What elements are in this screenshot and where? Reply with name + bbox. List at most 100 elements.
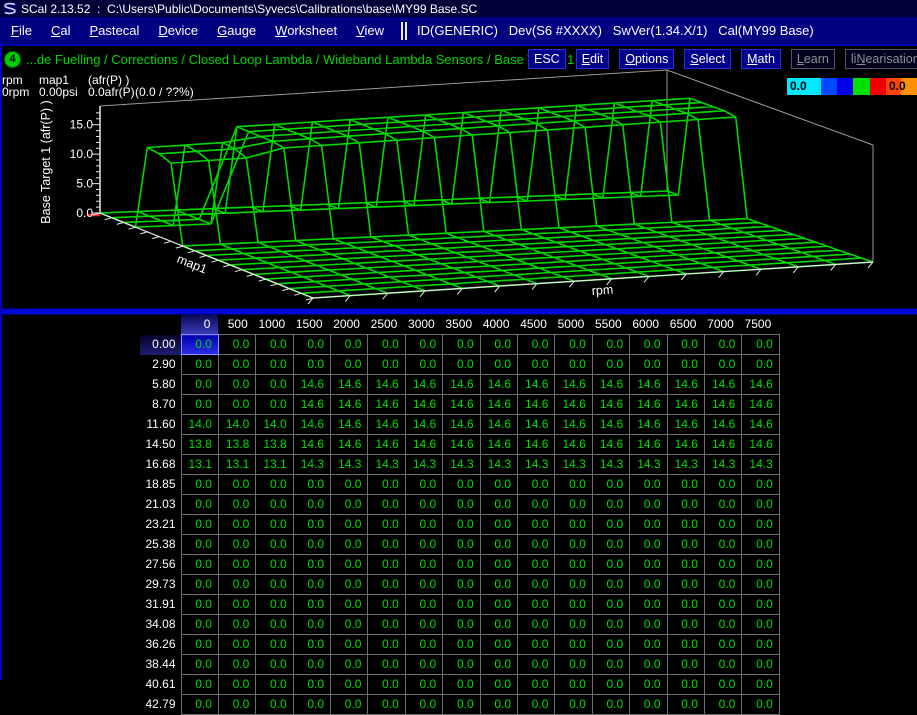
table-cell[interactable]: 0.0: [368, 575, 405, 595]
table-cell[interactable]: 14.3: [443, 455, 480, 475]
table-cell[interactable]: 13.8: [256, 435, 293, 455]
table-cell[interactable]: 14.3: [293, 455, 330, 475]
table-cell[interactable]: 0.0: [181, 515, 218, 535]
table-cell[interactable]: 14.6: [368, 415, 405, 435]
table-cell[interactable]: 0.0: [518, 675, 555, 695]
select-button[interactable]: Select: [684, 49, 731, 69]
table-cell[interactable]: 0.0: [592, 675, 629, 695]
table-cell[interactable]: 0.0: [742, 635, 779, 655]
table-cell[interactable]: 0.0: [667, 535, 704, 555]
table-cell[interactable]: 0.0: [555, 575, 592, 595]
table-cell[interactable]: 0.0: [667, 635, 704, 655]
table-cell[interactable]: 0.0: [443, 615, 480, 635]
table-cell[interactable]: 0.0: [742, 355, 779, 375]
table-cell[interactable]: 14.3: [742, 455, 779, 475]
learn-button[interactable]: Learn: [791, 49, 835, 69]
menu-item-cal[interactable]: Cal: [44, 20, 78, 41]
table-cell[interactable]: 13.1: [181, 455, 218, 475]
table-cell[interactable]: 0.0: [518, 335, 555, 355]
table-cell[interactable]: 0.0: [704, 675, 741, 695]
table-cell[interactable]: 0.0: [667, 475, 704, 495]
math-button[interactable]: Math: [741, 49, 781, 69]
table-cell[interactable]: 0.0: [181, 695, 218, 715]
table-cell[interactable]: 0.0: [667, 675, 704, 695]
esc-button[interactable]: ESC: [528, 49, 566, 69]
table-cell[interactable]: 0.0: [331, 695, 368, 715]
table-cell[interactable]: 14.3: [331, 455, 368, 475]
table-cell[interactable]: 0.0: [518, 615, 555, 635]
table-cell[interactable]: 0.0: [443, 535, 480, 555]
table-cell[interactable]: 14.3: [405, 455, 442, 475]
table-cell[interactable]: 0.0: [331, 515, 368, 535]
table-cell[interactable]: 0.0: [742, 575, 779, 595]
table-cell[interactable]: 14.0: [256, 415, 293, 435]
table-cell[interactable]: 0.0: [592, 575, 629, 595]
table-cell[interactable]: 0.0: [704, 355, 741, 375]
table-cell[interactable]: 14.3: [518, 455, 555, 475]
table-cell[interactable]: 0.0: [218, 335, 255, 355]
table-cell[interactable]: 0.0: [293, 575, 330, 595]
menu-item-device[interactable]: Device: [151, 20, 205, 41]
table-cell[interactable]: 0.0: [704, 535, 741, 555]
table-cell[interactable]: 14.6: [742, 415, 779, 435]
table-cell[interactable]: 14.6: [480, 435, 517, 455]
table-cell[interactable]: 0.0: [518, 555, 555, 575]
table-cell[interactable]: 0.0: [630, 575, 667, 595]
table-cell[interactable]: 0.0: [218, 475, 255, 495]
table-cell[interactable]: 14.6: [630, 415, 667, 435]
table-cell[interactable]: 0.0: [218, 575, 255, 595]
table-cell[interactable]: 13.1: [218, 455, 255, 475]
table-cell[interactable]: 0.0: [704, 655, 741, 675]
table-cell[interactable]: 0.0: [443, 635, 480, 655]
table-cell[interactable]: 14.6: [518, 415, 555, 435]
table-cell[interactable]: 0.0: [293, 355, 330, 375]
table-cell[interactable]: 0.0: [704, 515, 741, 535]
table-cell[interactable]: 0.0: [405, 655, 442, 675]
table-cell[interactable]: 0.0: [181, 595, 218, 615]
table-cell[interactable]: 0.0: [592, 635, 629, 655]
table-cell[interactable]: 14.3: [480, 455, 517, 475]
table-cell[interactable]: 0.0: [405, 475, 442, 495]
table-cell[interactable]: 0.0: [181, 675, 218, 695]
table-cell[interactable]: 0.0: [630, 555, 667, 575]
table-cell[interactable]: 0.0: [181, 475, 218, 495]
table-cell[interactable]: 0.0: [480, 635, 517, 655]
table-cell[interactable]: 0.0: [181, 635, 218, 655]
table-cell[interactable]: 0.0: [555, 355, 592, 375]
table-cell[interactable]: 0.0: [256, 335, 293, 355]
table-cell[interactable]: 0.0: [630, 355, 667, 375]
table-cell[interactable]: 0.0: [218, 555, 255, 575]
table-cell[interactable]: 14.6: [555, 435, 592, 455]
table-cell[interactable]: 0.0: [630, 595, 667, 615]
table-cell[interactable]: 0.0: [555, 555, 592, 575]
table-cell[interactable]: 0.0: [555, 595, 592, 615]
table-cell[interactable]: 0.0: [293, 515, 330, 535]
table-cell[interactable]: 0.0: [592, 655, 629, 675]
table-cell[interactable]: 14.6: [443, 395, 480, 415]
table-cell[interactable]: 0.0: [256, 475, 293, 495]
table-cell[interactable]: 0.0: [518, 515, 555, 535]
table-cell[interactable]: 0.0: [181, 335, 218, 355]
table-cell[interactable]: 0.0: [518, 595, 555, 615]
table-cell[interactable]: 0.0: [443, 515, 480, 535]
table-cell[interactable]: 14.6: [742, 395, 779, 415]
table-cell[interactable]: 0.0: [630, 475, 667, 495]
table-cell[interactable]: 0.0: [443, 595, 480, 615]
table-cell[interactable]: 0.0: [592, 555, 629, 575]
table-cell[interactable]: 0.0: [331, 355, 368, 375]
table-cell[interactable]: 0.0: [555, 335, 592, 355]
table-cell[interactable]: 0.0: [181, 535, 218, 555]
table-cell[interactable]: 0.0: [480, 655, 517, 675]
table-cell[interactable]: 0.0: [443, 555, 480, 575]
table-cell[interactable]: 14.6: [331, 395, 368, 415]
table-cell[interactable]: 0.0: [256, 655, 293, 675]
table-cell[interactable]: 0.0: [405, 615, 442, 635]
table-cell[interactable]: 0.0: [368, 495, 405, 515]
table-cell[interactable]: 14.3: [630, 455, 667, 475]
table-cell[interactable]: 0.0: [293, 535, 330, 555]
table-cell[interactable]: 0.0: [742, 555, 779, 575]
table-cell[interactable]: 0.0: [592, 695, 629, 715]
table-cell[interactable]: 0.0: [256, 595, 293, 615]
table-cell[interactable]: 14.6: [667, 375, 704, 395]
table-cell[interactable]: 0.0: [405, 515, 442, 535]
